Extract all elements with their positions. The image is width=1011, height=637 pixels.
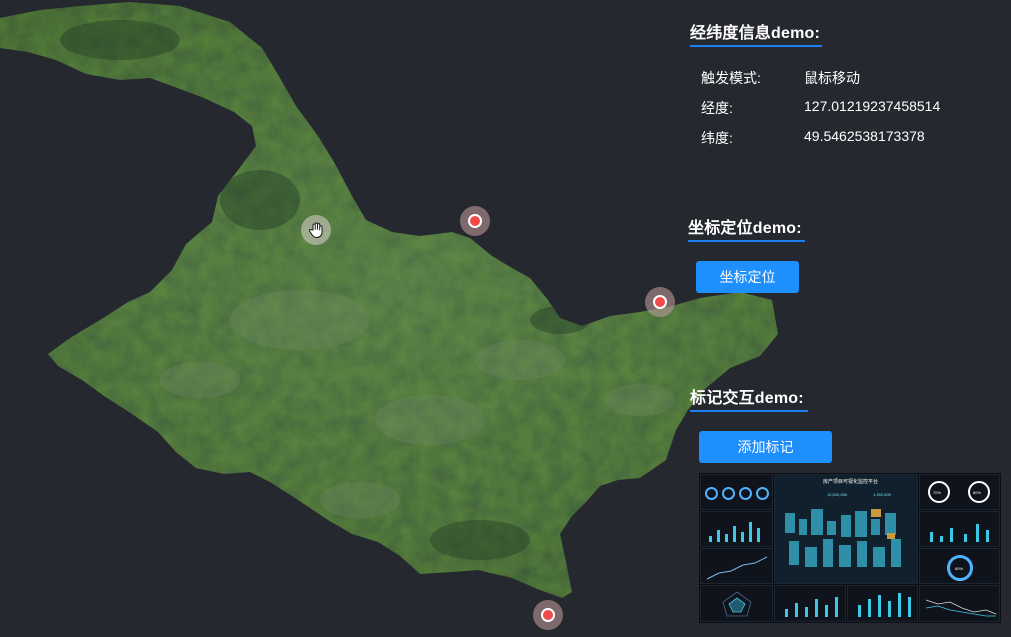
title-underline: [690, 45, 822, 47]
latitude-label: 纬度:: [701, 130, 733, 146]
dash-cell: 70% 80%: [919, 474, 1000, 510]
dash-cell: [700, 548, 773, 584]
locate-panel-title: 坐标定位demo:: [688, 220, 802, 237]
marker-dot-icon: [541, 608, 555, 622]
coordinate-panel-title: 经纬度信息demo:: [690, 25, 821, 42]
ring-icon: [739, 487, 752, 500]
coordinate-locate-button[interactable]: 坐标定位: [696, 261, 799, 293]
dash-cell: 80%: [919, 548, 1000, 584]
title-underline: [688, 240, 805, 242]
dashboard-ring-value: 80%: [973, 490, 982, 495]
map-marker[interactable]: [460, 206, 490, 236]
map-marker[interactable]: [533, 600, 563, 630]
dashboard-preview-image[interactable]: 房产项目可视化监控平台 12,520,000 1,252,000 70% 80%…: [699, 473, 1001, 623]
marker-panel-title: 标记交互demo:: [690, 390, 804, 407]
latitude-value: 49.5462538173378: [804, 128, 925, 144]
ring-icon: [722, 487, 735, 500]
dash-cell: [919, 511, 1000, 547]
dash-cell: [774, 585, 846, 622]
map-marker[interactable]: [645, 287, 675, 317]
dashboard-ring-value: 70%: [933, 490, 942, 495]
marker-dot-icon: [653, 295, 667, 309]
dash-cell: [700, 585, 773, 622]
longitude-value: 127.01219237458514: [804, 98, 941, 114]
dash-cell: [919, 585, 1000, 622]
dash-cell: [847, 585, 918, 622]
dashboard-ring-value: 80%: [955, 566, 964, 571]
title-underline: [690, 410, 808, 412]
longitude-label: 经度:: [701, 100, 733, 116]
add-marker-button[interactable]: 添加标记: [699, 431, 832, 463]
dash-cell: [700, 511, 773, 547]
ring-icon: [705, 487, 718, 500]
trigger-mode-value: 鼠标移动: [804, 70, 860, 86]
hand-cursor-icon: [301, 215, 331, 245]
dash-cell: [700, 474, 773, 510]
trigger-mode-label: 触发模式:: [701, 70, 761, 86]
ring-icon: [756, 487, 769, 500]
marker-dot-icon: [468, 214, 482, 228]
dash-cell: 房产项目可视化监控平台 12,520,000 1,252,000: [774, 474, 918, 584]
